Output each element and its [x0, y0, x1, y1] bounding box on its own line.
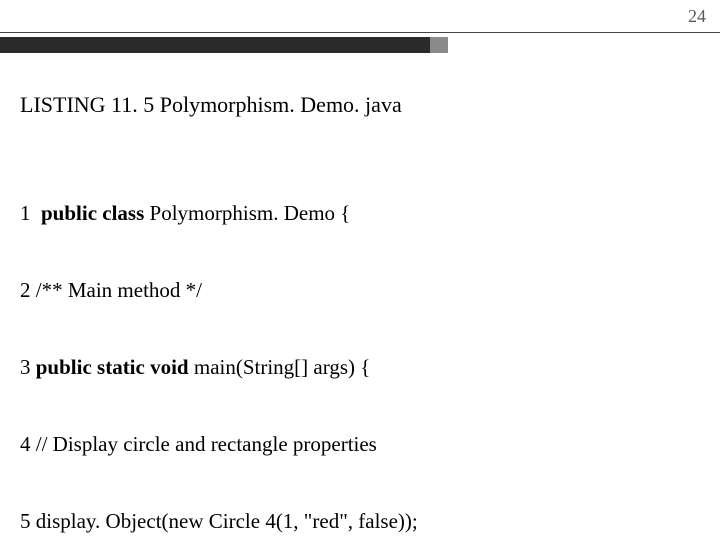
slide: 24 LISTING 11. 5 Polymorphism. Demo. jav…: [0, 0, 720, 540]
listing-heading: LISTING 11. 5 Polymorphism. Demo. java: [20, 92, 402, 118]
page-number: 24: [688, 6, 706, 27]
header-rule: [0, 32, 720, 33]
header-accent-bar: [0, 37, 430, 53]
header-accent-cap: [430, 37, 448, 53]
code-listing: 1 public class Polymorphism. Demo { 2 /*…: [20, 150, 700, 540]
